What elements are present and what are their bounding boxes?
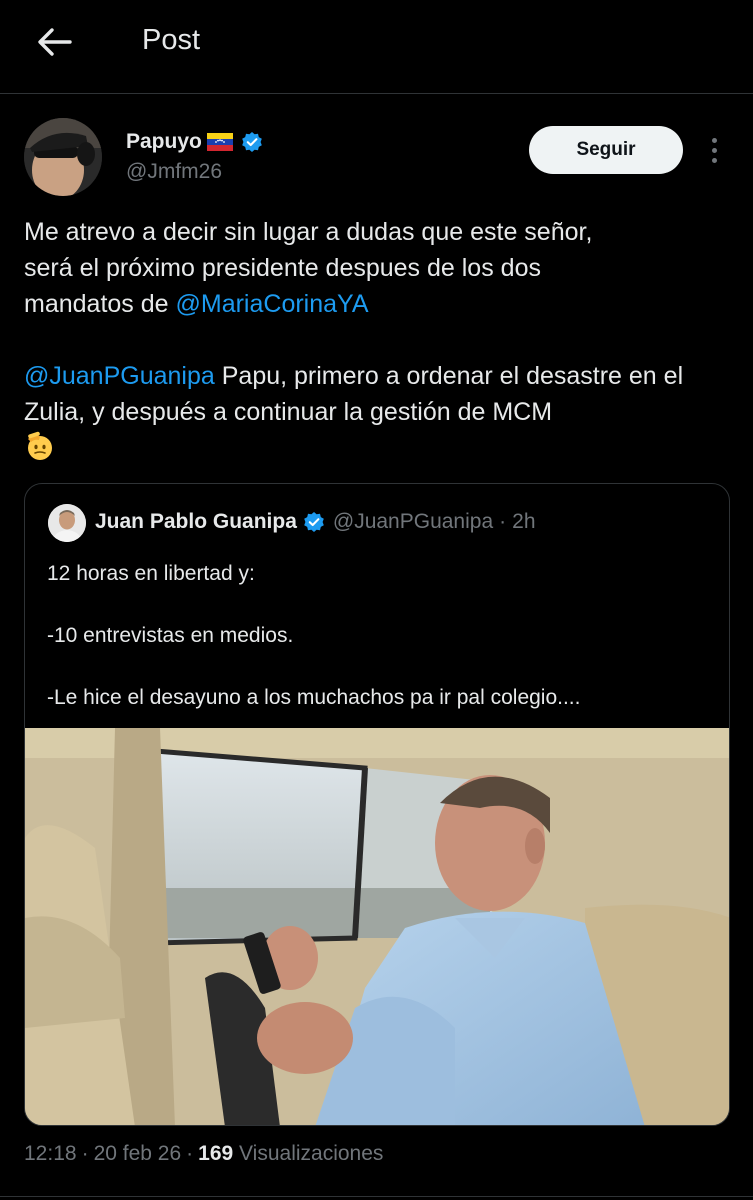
avatar-image [24, 118, 102, 196]
separator-dot: · [186, 1142, 194, 1165]
post-line: mandatos de @MariaCorinaYA [24, 286, 729, 322]
post-meta: 12:18 · 20 feb 26 · 169 Visualizaciones [24, 1142, 383, 1166]
quoted-author-name[interactable]: Juan Pablo Guanipa [95, 510, 297, 534]
follow-button[interactable]: Seguir [529, 126, 683, 174]
arrow-left-icon [38, 28, 72, 56]
views-count[interactable]: 169 [198, 1142, 233, 1165]
post-page: Post Papuyo @Jmfm26 Seguir Me atrevo a d… [0, 0, 753, 1200]
more-options-icon[interactable] [700, 132, 728, 168]
verified-badge-icon [242, 132, 262, 152]
separator-dot: · [499, 510, 507, 533]
post-time: 12:18 [24, 1142, 77, 1165]
quoted-header: Juan Pablo Guanipa @JuanPGuanipa · 2h [95, 510, 536, 534]
author-handle[interactable]: @Jmfm26 [126, 160, 222, 184]
post-text: Me atrevo a decir sin lugar a dudas que … [24, 214, 729, 468]
post-date: 20 feb 26 [93, 1142, 182, 1165]
post-line: Me atrevo a decir sin lugar a dudas que … [24, 218, 593, 246]
quoted-line: 12 horas en libertad y: [47, 562, 255, 585]
author-name[interactable]: Papuyo [126, 130, 202, 154]
separator-dot: · [81, 1142, 89, 1165]
post-line-text: mandatos de [24, 290, 176, 318]
verified-badge-icon [304, 512, 324, 532]
quoted-timestamp: 2h [512, 510, 536, 533]
quoted-text: 12 horas en libertad y: -10 entrevistas … [47, 558, 707, 713]
divider [0, 1196, 753, 1197]
quoted-post[interactable]: Juan Pablo Guanipa @JuanPGuanipa · 2h 12… [24, 483, 730, 1126]
quoted-line: -10 entrevistas en medios. [47, 624, 294, 647]
mention-link[interactable]: @MariaCorinaYA [176, 290, 369, 318]
quoted-author-avatar[interactable] [48, 504, 86, 542]
car-interior-photo [25, 728, 729, 1125]
views-label[interactable]: Visualizaciones [239, 1142, 383, 1165]
author-name-row: Papuyo [126, 130, 263, 154]
back-button[interactable] [30, 18, 78, 66]
quoted-author-handle: @JuanPGuanipa [332, 510, 494, 533]
quoted-avatar-image [48, 504, 86, 542]
author-avatar[interactable] [24, 118, 102, 196]
emoji-line [24, 430, 729, 468]
quoted-photo[interactable] [25, 728, 729, 1125]
saluting-face-emoji-icon [28, 431, 52, 460]
post-paragraph: @JuanPGuanipa Papu, primero a ordenar el… [24, 358, 729, 430]
venezuela-flag-icon [206, 133, 233, 151]
mention-link[interactable]: @JuanPGuanipa [24, 362, 215, 390]
post-line: será el próximo presidente despues de lo… [24, 254, 541, 282]
quoted-line: -Le hice el desayuno a los muchachos pa … [47, 686, 581, 709]
top-bar: Post [0, 0, 753, 94]
page-title: Post [142, 24, 201, 56]
